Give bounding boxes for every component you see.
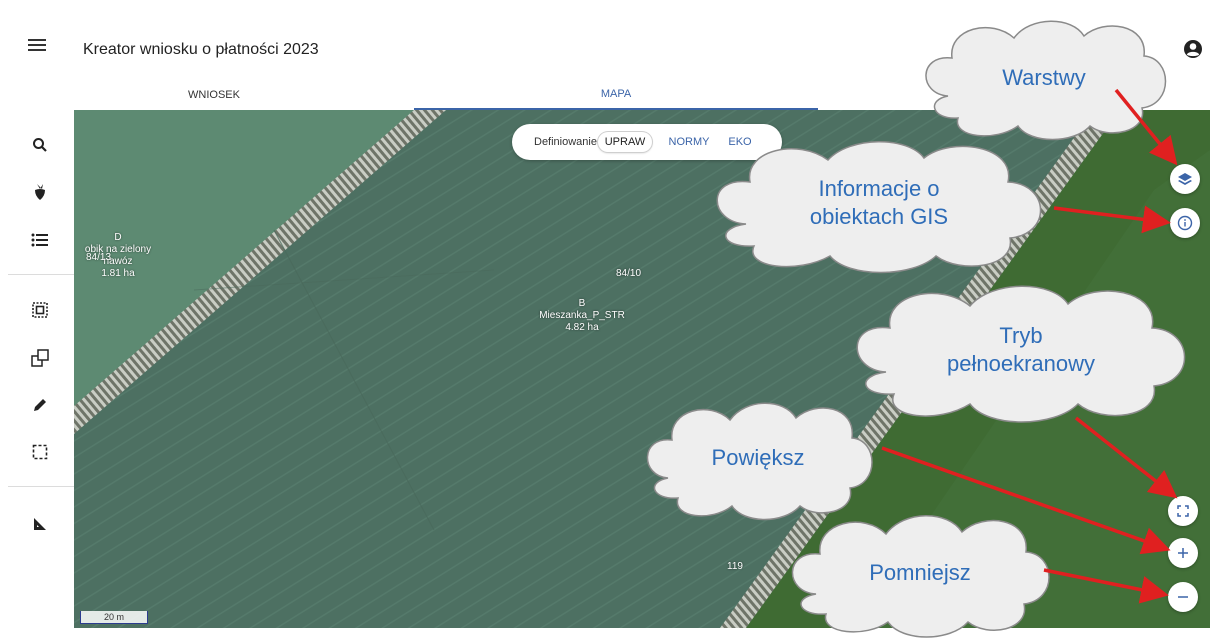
parcel-label-b: B Mieszanka_P_STR 4.82 ha: [532, 298, 632, 334]
gis-info-button[interactable]: [1170, 208, 1200, 238]
info-icon: [1177, 215, 1193, 231]
callout-text: Informacje o obiektach GIS: [809, 176, 949, 229]
scale-bar: 20 m: [80, 611, 148, 624]
callout-zoom-in: Powiększ: [634, 394, 882, 522]
plus-icon: [1178, 548, 1188, 558]
callout-text: Tryb pełnoekranowy: [947, 323, 1095, 376]
parcel-crop-name: Mieszanka_P_STR: [539, 310, 625, 321]
copy-polygon-icon[interactable]: [28, 346, 52, 370]
list-icon[interactable]: [28, 228, 52, 252]
parcel-id: B: [578, 298, 586, 309]
callout-gis-info: Informacje o obiektach GIS: [698, 130, 1060, 276]
toolbar-divider: [8, 486, 74, 487]
fullscreen-icon: [1177, 505, 1189, 517]
minus-icon: [1178, 596, 1188, 598]
toolbar-divider: [8, 274, 74, 275]
plot-number: 84/10: [616, 268, 642, 279]
mode-switch-label: Definiowanie: [534, 136, 597, 148]
user-account-icon[interactable]: [1182, 38, 1204, 60]
parcel-id: D: [114, 232, 122, 243]
map-toolbar: [8, 110, 75, 608]
layers-icon: [1178, 173, 1192, 185]
zoom-out-button[interactable]: [1168, 582, 1198, 612]
layers-button[interactable]: [1170, 164, 1200, 194]
callout-zoom-out: Pomniejsz: [778, 506, 1062, 640]
app-title: Kreator wniosku o płatności 2023: [83, 41, 319, 58]
callout-warstwy: Warstwy: [912, 14, 1176, 142]
tab-wniosek[interactable]: WNIOSEK: [14, 80, 414, 110]
select-inside-icon[interactable]: [28, 298, 52, 322]
zoom-in-button[interactable]: [1168, 538, 1198, 568]
mode-option-upraw[interactable]: UPRAW: [598, 132, 652, 152]
tab-mapa[interactable]: MAPA: [414, 80, 818, 110]
pencil-icon[interactable]: [28, 393, 52, 417]
plot-number: 119: [727, 561, 743, 572]
parcel-area: 1.81 ha: [101, 268, 135, 279]
fullscreen-button[interactable]: [1168, 496, 1198, 526]
callout-text: Powiększ: [711, 445, 805, 470]
search-icon[interactable]: [28, 133, 52, 157]
select-area-icon[interactable]: [28, 440, 52, 464]
parcel-area: 4.82 ha: [565, 322, 599, 333]
callout-text: Warstwy: [1002, 65, 1086, 90]
beet-icon[interactable]: [28, 180, 52, 204]
callout-fullscreen: Tryb pełnoekranowy: [838, 274, 1204, 426]
plot-number: 84/13: [86, 252, 112, 263]
callout-text: Pomniejsz: [869, 560, 971, 585]
measure-icon[interactable]: [28, 512, 52, 536]
hamburger-menu-icon[interactable]: [28, 36, 46, 60]
